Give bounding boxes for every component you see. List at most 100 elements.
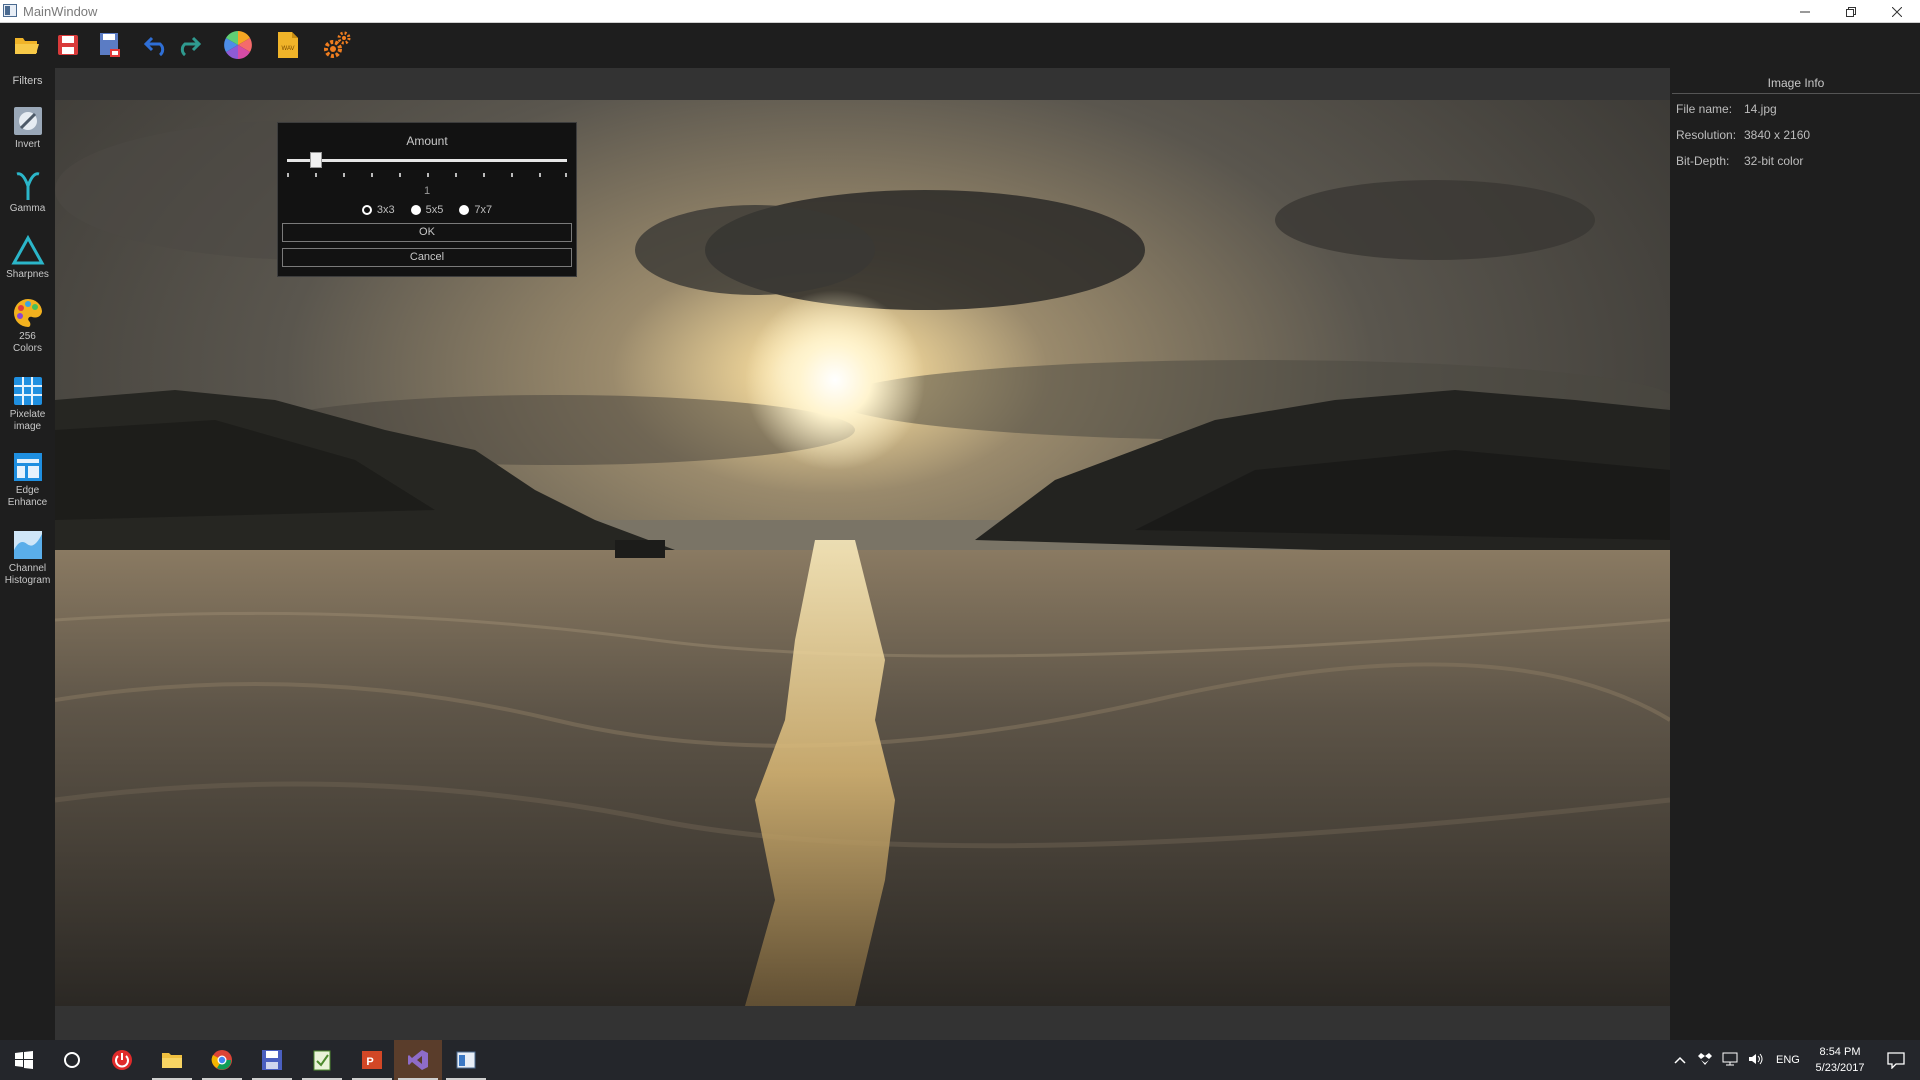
restore-button[interactable] bbox=[1828, 0, 1874, 23]
filters-sidebar: Filters Invert Gamma Sharpnes 256 Colors… bbox=[0, 68, 55, 1040]
start-button[interactable] bbox=[0, 1040, 48, 1080]
dropbox-icon[interactable] bbox=[1698, 1052, 1712, 1069]
filter-pixelate-label: Pixelate image bbox=[9, 409, 46, 432]
filter-256-colors[interactable]: 256 Colors bbox=[0, 296, 55, 355]
radio-3x3-label: 3x3 bbox=[376, 204, 395, 216]
save-as-button[interactable] bbox=[94, 29, 126, 61]
radio-7x7-label: 7x7 bbox=[474, 204, 493, 216]
filter-channel-histogram[interactable]: Channel Histogram bbox=[0, 528, 55, 587]
filter-edge-enhance[interactable]: Edge Enhance bbox=[0, 450, 55, 509]
redo-button[interactable] bbox=[172, 29, 204, 61]
taskbar-notepad[interactable] bbox=[298, 1040, 346, 1080]
amount-slider-thumb[interactable] bbox=[310, 152, 322, 168]
undo-icon bbox=[144, 36, 165, 56]
taskbar-visual-studio[interactable] bbox=[394, 1040, 442, 1080]
filter-gamma-label: Gamma bbox=[9, 203, 46, 214]
volume-icon[interactable] bbox=[1748, 1052, 1764, 1069]
taskbar: P ENG 8:54 PM 5/23/2017 bbox=[0, 1040, 1920, 1080]
taskbar-chrome[interactable] bbox=[198, 1040, 246, 1080]
filter-channel-histogram-label: Channel Histogram bbox=[4, 563, 51, 586]
close-icon bbox=[1892, 6, 1902, 17]
wav-label: WAV bbox=[282, 46, 295, 52]
filter-sharpness-label: Sharpnes bbox=[6, 269, 49, 280]
redo-icon bbox=[180, 36, 201, 56]
svg-text:P: P bbox=[366, 1056, 373, 1068]
filter-256-colors-label: 256 Colors bbox=[13, 331, 42, 354]
action-center-button[interactable] bbox=[1872, 1040, 1920, 1080]
radio-3x3[interactable]: 3x3 bbox=[361, 204, 395, 216]
invert-icon bbox=[13, 107, 42, 135]
radio-7x7[interactable]: 7x7 bbox=[459, 204, 492, 216]
wav-file-icon: WAV bbox=[278, 32, 298, 58]
info-value: 14.jpg bbox=[1744, 102, 1777, 116]
wav-button[interactable]: WAV bbox=[272, 29, 304, 61]
notepad-icon bbox=[313, 1050, 331, 1071]
start-icon bbox=[15, 1051, 33, 1069]
undo-button[interactable] bbox=[141, 29, 173, 61]
clock[interactable]: 8:54 PM 5/23/2017 bbox=[1810, 1044, 1870, 1076]
filter-invert-label: Invert bbox=[14, 139, 40, 150]
color-wheel-icon bbox=[224, 31, 252, 59]
amount-slider-track[interactable] bbox=[287, 159, 567, 162]
image-info-heading: Image Info bbox=[1767, 76, 1825, 90]
dialog-title: Amount bbox=[406, 134, 448, 148]
info-value: 3840 x 2160 bbox=[1744, 128, 1811, 142]
powerpoint-icon: P bbox=[362, 1051, 382, 1069]
taskbar-save-app[interactable] bbox=[248, 1040, 296, 1080]
power-icon bbox=[112, 1050, 132, 1070]
language-indicator[interactable]: ENG bbox=[1776, 1054, 1800, 1066]
tray-chevron-up-icon[interactable] bbox=[1674, 1053, 1686, 1067]
info-row-bit-depth: Bit-Depth: 32-bit color bbox=[1676, 154, 1803, 168]
settings-button[interactable] bbox=[321, 29, 353, 61]
save-button[interactable] bbox=[52, 29, 84, 61]
restore-icon bbox=[1846, 6, 1856, 17]
taskbar-file-explorer[interactable] bbox=[148, 1040, 196, 1080]
info-key: Bit-Depth: bbox=[1676, 154, 1730, 168]
ok-button[interactable]: OK bbox=[282, 223, 572, 242]
taskbar-power-app[interactable] bbox=[98, 1040, 146, 1080]
network-icon[interactable] bbox=[1722, 1052, 1738, 1069]
filter-sharpness[interactable]: Sharpnes bbox=[0, 234, 55, 281]
filter-gamma[interactable]: Gamma bbox=[0, 168, 55, 215]
file-explorer-icon bbox=[162, 1053, 182, 1068]
system-tray: ENG bbox=[1674, 1040, 1800, 1080]
amount-dialog: Amount 1 3x3 5x5 7x7 OK Cancel bbox=[277, 122, 577, 277]
save-app-icon bbox=[262, 1050, 282, 1070]
cortana-icon bbox=[64, 1052, 80, 1068]
histogram-icon bbox=[13, 531, 42, 559]
minimize-button[interactable] bbox=[1782, 0, 1828, 23]
window-title: MainWindow bbox=[23, 4, 98, 19]
minimize-icon bbox=[1800, 11, 1810, 12]
color-wheel-button[interactable] bbox=[222, 29, 254, 61]
info-key: File name: bbox=[1676, 102, 1733, 116]
chrome-icon bbox=[211, 1050, 232, 1070]
radio-unselected-icon bbox=[459, 205, 470, 215]
image-info-divider bbox=[1672, 93, 1920, 94]
info-key: Resolution: bbox=[1676, 128, 1737, 142]
pixelate-grid-icon bbox=[13, 377, 42, 405]
save-as-icon bbox=[100, 33, 120, 57]
open-folder-button[interactable] bbox=[11, 29, 43, 61]
slider-value: 1 bbox=[423, 185, 431, 197]
radio-unselected-icon bbox=[410, 205, 421, 215]
gamma-icon bbox=[16, 172, 39, 200]
image-info-panel: Image Info File name: 14.jpg Resolution: 3… bbox=[1672, 68, 1920, 1040]
info-row-resolution: Resolution: 3840 x 2160 bbox=[1676, 128, 1810, 142]
taskbar-app-window[interactable] bbox=[442, 1040, 490, 1080]
palette-icon bbox=[13, 298, 42, 327]
cortana-button[interactable] bbox=[48, 1040, 96, 1080]
filter-invert[interactable]: Invert bbox=[0, 104, 55, 151]
kernel-size-options: 3x3 5x5 7x7 bbox=[278, 204, 576, 216]
info-row-file-name: File name: 14.jpg bbox=[1676, 102, 1777, 116]
radio-5x5[interactable]: 5x5 bbox=[410, 204, 444, 216]
info-value: 32-bit color bbox=[1744, 154, 1804, 168]
sharpness-triangle-icon bbox=[10, 234, 45, 265]
filter-edge-enhance-label: Edge Enhance bbox=[7, 485, 48, 508]
filters-heading: Filters bbox=[12, 75, 43, 87]
filter-pixelate[interactable]: Pixelate image bbox=[0, 374, 55, 433]
radio-5x5-label: 5x5 bbox=[425, 204, 444, 216]
edge-enhance-icon bbox=[13, 453, 42, 481]
close-button[interactable] bbox=[1874, 0, 1920, 23]
taskbar-powerpoint[interactable]: P bbox=[348, 1040, 396, 1080]
cancel-button[interactable]: Cancel bbox=[282, 248, 572, 267]
